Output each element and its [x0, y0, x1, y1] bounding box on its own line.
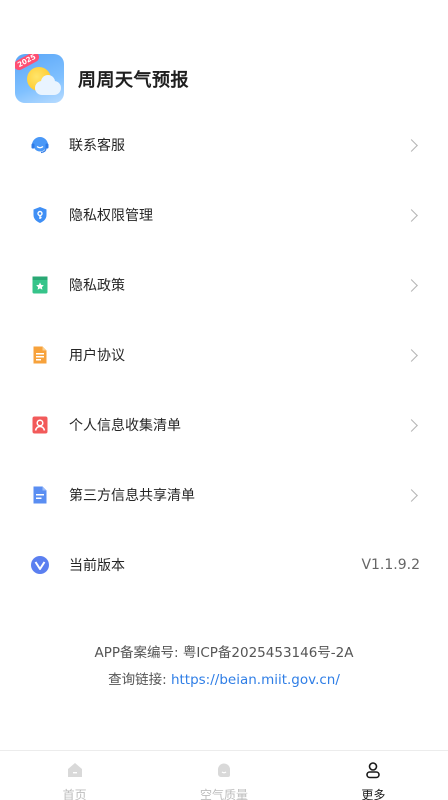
menu-item-label: 用户协议: [69, 348, 125, 364]
user-card-icon: [30, 415, 50, 435]
menu-item-third-party-sharing[interactable]: 第三方信息共享清单: [0, 460, 448, 530]
query-label: 查询链接:: [108, 672, 167, 688]
tab-home[interactable]: 首页: [0, 751, 149, 800]
menu-item-personal-info-list[interactable]: 个人信息收集清单: [0, 390, 448, 460]
chevron-right-icon: [405, 488, 418, 502]
document-icon: [30, 345, 50, 365]
tab-label: 首页: [62, 788, 87, 800]
menu-item-privacy-policy[interactable]: 隐私政策: [0, 250, 448, 320]
app-logo: 2025: [15, 54, 64, 103]
record-number-line: APP备案编号: 粤ICP备2025453146号-2A: [0, 641, 448, 661]
menu-item-label: 隐私权限管理: [69, 208, 153, 224]
menu-item-current-version[interactable]: 当前版本 V1.1.9.2: [0, 530, 448, 600]
menu-item-contact-support[interactable]: 联系客服: [0, 110, 448, 180]
chevron-right-icon: [405, 208, 418, 222]
tab-more[interactable]: 更多: [299, 751, 448, 800]
bottom-tab-bar: 首页 空气质量 更多: [0, 750, 448, 800]
menu-item-privacy-permissions[interactable]: 隐私权限管理: [0, 180, 448, 250]
version-value: V1.1.9.2: [361, 557, 420, 573]
headset-icon: [30, 135, 50, 155]
menu-item-label: 当前版本: [69, 558, 125, 574]
query-link-line: 查询链接: https://beian.miit.gov.cn/: [0, 668, 448, 688]
chevron-right-icon: [405, 418, 418, 432]
tab-label: 空气质量: [199, 788, 248, 800]
chevron-right-icon: [405, 138, 418, 152]
profile-icon: [363, 761, 383, 783]
app-title: 周周天气预报: [78, 69, 189, 91]
record-number: 粤ICP备2025453146号-2A: [182, 645, 354, 661]
beian-link[interactable]: https://beian.miit.gov.cn/: [171, 672, 340, 688]
air-quality-icon: [214, 761, 234, 783]
version-v-icon: [30, 555, 50, 575]
menu-item-label: 个人信息收集清单: [69, 418, 181, 434]
home-icon: [65, 761, 85, 783]
menu-item-label: 隐私政策: [69, 278, 125, 294]
file-list-icon: [30, 485, 50, 505]
shield-key-icon: [30, 205, 50, 225]
menu-item-label: 第三方信息共享清单: [69, 488, 195, 504]
chevron-right-icon: [405, 348, 418, 362]
bookmark-star-icon: [30, 275, 50, 295]
cloud-base: [35, 81, 61, 95]
menu-item-user-agreement[interactable]: 用户协议: [0, 320, 448, 390]
tab-air-quality[interactable]: 空气质量: [149, 751, 298, 800]
settings-menu: 联系客服 隐私权限管理 隐私政策 用户协议 个人信息收集清单 第三方信息共享清单…: [0, 110, 448, 600]
tab-label: 更多: [361, 788, 386, 800]
app-header: 2025 周周天气预报: [15, 54, 189, 103]
chevron-right-icon: [405, 278, 418, 292]
record-label: APP备案编号:: [94, 645, 179, 661]
menu-item-label: 联系客服: [69, 138, 125, 154]
